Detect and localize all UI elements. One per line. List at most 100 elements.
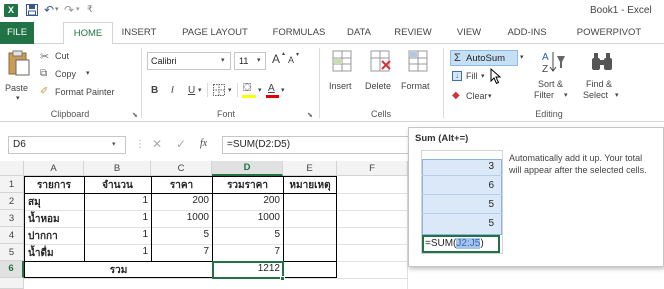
grow-font-button[interactable]: A [272, 52, 280, 66]
table-cell[interactable]: 200 [153, 195, 209, 206]
table-cell[interactable]: 5 [214, 229, 280, 240]
tab-insert[interactable]: INSERT [117, 22, 161, 44]
sort-filter-label-1: Sort & [538, 79, 564, 89]
column-header-selected[interactable]: D [212, 161, 283, 176]
table-cell[interactable]: น้ำหอม [28, 212, 60, 227]
find-select-label-2: Select [583, 90, 609, 100]
name-box[interactable]: D6 [8, 136, 126, 154]
tab-page-layout[interactable]: PAGE LAYOUT [174, 22, 256, 44]
column-header[interactable]: B [84, 161, 151, 176]
undo-icon[interactable]: ↶ [44, 3, 54, 17]
row-header[interactable]: 1 [0, 176, 24, 193]
copy-dropdown-icon[interactable]: ▾ [86, 69, 90, 77]
fill-handle[interactable] [280, 276, 285, 281]
cut-button[interactable]: ✂ Cut [40, 50, 100, 64]
table-total-label[interactable]: รวม [26, 263, 211, 278]
copy-button[interactable]: ⧉ Copy ▾ [40, 68, 100, 82]
table-cell[interactable]: 1000 [153, 212, 209, 223]
table-cell[interactable]: 1 [86, 246, 148, 257]
table-cell[interactable]: 200 [214, 195, 280, 206]
table-header-cell[interactable]: รายการ [26, 178, 82, 193]
enter-icon[interactable]: ✓ [176, 137, 186, 151]
font-name-select[interactable]: Calibri ▾ [147, 52, 231, 70]
fill-color-button[interactable]: ⛋ [242, 82, 258, 100]
delete-cells-icon [370, 50, 391, 72]
format-painter-button[interactable]: ✐ Format Painter [40, 86, 136, 100]
table-cell[interactable]: 1 [86, 229, 148, 240]
fill-color-dropdown-icon[interactable]: ▾ [258, 86, 262, 94]
cancel-icon[interactable]: ✕ [152, 137, 162, 151]
font-name-value: Calibri [151, 56, 177, 66]
find-select-button[interactable]: Find & Select ▾ [580, 48, 626, 104]
formula-input[interactable]: =SUM(D2:D5) [222, 136, 417, 154]
undo-dropdown-icon[interactable]: ▾ [55, 5, 59, 13]
table-cell[interactable]: น้ำดื่ม [28, 246, 54, 261]
table-cell[interactable]: 7 [153, 246, 209, 257]
table-header-cell[interactable]: รวมราคา [214, 178, 281, 193]
font-size-select[interactable]: 11 ▾ [234, 52, 266, 70]
row-header[interactable]: 2 [0, 193, 24, 210]
tab-file[interactable]: FILE [0, 22, 34, 44]
select-all-corner[interactable] [0, 161, 24, 176]
fill-button[interactable]: ↓ Fill ▾ [452, 70, 492, 84]
save-icon[interactable] [26, 4, 38, 19]
binoculars-icon [592, 53, 612, 70]
tab-view[interactable]: VIEW [452, 22, 486, 44]
tab-review[interactable]: REVIEW [388, 22, 438, 44]
borders-dropdown-icon[interactable]: ▾ [228, 86, 232, 94]
format-cells-button[interactable]: Format [400, 48, 436, 100]
tab-add-ins[interactable]: ADD-INS [502, 22, 552, 44]
paste-dropdown-icon[interactable]: ▾ [16, 94, 20, 102]
row-header-selected[interactable]: 6 [0, 261, 24, 278]
row-header[interactable]: 4 [0, 227, 24, 244]
insert-cells-button[interactable]: Insert [325, 48, 359, 100]
customize-icon[interactable]: ₹ [87, 4, 93, 15]
table-cell[interactable]: ปากกา [28, 229, 58, 244]
underline-button[interactable]: U [188, 85, 195, 96]
clear-button[interactable]: ◆ Clear ▾ [452, 90, 502, 104]
borders-icon[interactable] [213, 84, 225, 96]
sort-filter-button[interactable]: AZ Sort & Filter ▾ [532, 48, 578, 104]
font-color-dropdown-icon[interactable]: ▾ [281, 86, 285, 94]
table-cell[interactable]: 1 [86, 212, 148, 223]
tab-data[interactable]: DATA [342, 22, 376, 44]
row-header[interactable] [0, 278, 24, 289]
name-box-dropdown-icon[interactable]: ▾ [112, 140, 116, 148]
table-cell[interactable]: 1000 [214, 212, 280, 223]
paintbrush-icon: ✐ [40, 86, 49, 97]
delete-cells-button[interactable]: Delete [362, 48, 398, 100]
insert-function-button[interactable]: fx [200, 138, 207, 149]
svg-text:A: A [542, 52, 549, 63]
table-header-cell[interactable]: ราคา [153, 178, 210, 193]
table-cell[interactable]: 7 [214, 246, 280, 257]
table-cell[interactable]: 1 [86, 195, 148, 206]
column-header[interactable]: A [24, 161, 84, 176]
clipboard-launcher-icon[interactable]: ⬊ [132, 111, 138, 119]
row-header[interactable]: 3 [0, 210, 24, 227]
table-cell[interactable]: 1212 [214, 263, 280, 274]
column-header[interactable]: C [151, 161, 212, 176]
redo-dropdown-icon[interactable]: ▾ [76, 5, 80, 13]
tab-home[interactable]: HOME [63, 22, 113, 45]
tab-formulas[interactable]: FORMULAS [266, 22, 332, 44]
table-header-cell[interactable]: จำนวน [86, 178, 149, 193]
font-launcher-icon[interactable]: ⬊ [307, 111, 313, 119]
clear-dropdown-icon: ▾ [488, 93, 492, 100]
table-header-cell[interactable]: หมายเหตุ [285, 178, 335, 193]
row-header[interactable]: 5 [0, 244, 24, 261]
autosum-button[interactable]: Σ AutoSum [450, 50, 518, 66]
paste-button[interactable]: Paste ▾ [4, 48, 36, 102]
autosum-label: AutoSum [466, 53, 506, 64]
underline-dropdown-icon[interactable]: ▾ [198, 86, 202, 94]
redo-icon[interactable]: ↷ [64, 3, 74, 17]
column-header[interactable]: E [283, 161, 337, 176]
autosum-dropdown-icon[interactable]: ▾ [520, 53, 524, 61]
table-cell[interactable]: 5 [153, 229, 209, 240]
table-cell[interactable]: สมุ [28, 195, 41, 210]
bold-button[interactable]: B [151, 85, 158, 96]
column-header[interactable]: F [337, 161, 408, 176]
italic-button[interactable]: I [171, 85, 174, 96]
font-color-button[interactable]: A [266, 82, 280, 100]
tab-powerpivot[interactable]: POWERPIVOT [572, 22, 646, 44]
shrink-font-button[interactable]: A [288, 55, 294, 65]
